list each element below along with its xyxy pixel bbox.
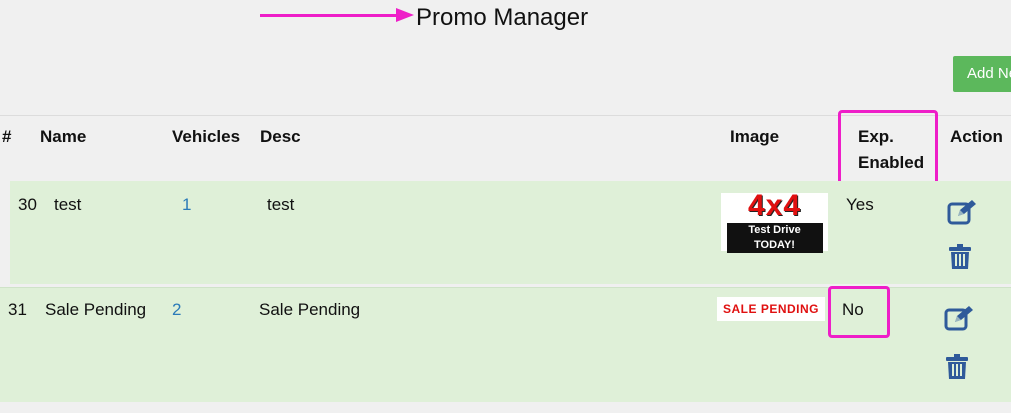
promo-image-headline: SALE PENDING (722, 302, 819, 316)
col-header-action: Action (950, 127, 1003, 146)
row-name: test (54, 195, 82, 214)
row-name: Sale Pending (45, 300, 147, 319)
col-header-num: # (2, 127, 12, 146)
row-exp-enabled: Yes (846, 195, 874, 214)
edit-icon[interactable] (947, 198, 979, 226)
row-num: 31 (8, 300, 27, 319)
trash-icon[interactable] (949, 244, 971, 270)
trash-icon[interactable] (946, 354, 968, 380)
promo-image: 4x4 Test Drive TODAY! (721, 189, 828, 253)
row-vehicles-link[interactable]: 2 (172, 300, 181, 320)
add-new-button[interactable]: Add New (953, 56, 1011, 92)
col-header-name: Name (40, 127, 87, 146)
col-header-desc: Desc (260, 127, 301, 146)
arrow-head (396, 8, 414, 22)
exp-value-highlight (828, 286, 890, 338)
promo-image-tagline: Test Drive TODAY! (726, 223, 823, 253)
row-vehicles-link[interactable]: 1 (182, 195, 191, 215)
col-header-image: Image (730, 127, 780, 146)
row-desc: Sale Pending (259, 300, 361, 319)
arrow-shaft (260, 14, 400, 17)
col-header-vehicles: Vehicles (172, 127, 241, 146)
row-desc: test (267, 195, 295, 214)
promo-image: SALE PENDING (717, 297, 825, 321)
row-num: 30 (18, 195, 37, 214)
promo-image-headline: 4x4 (747, 189, 802, 222)
edit-icon[interactable] (944, 304, 976, 332)
page-title: Promo Manager (416, 4, 589, 31)
